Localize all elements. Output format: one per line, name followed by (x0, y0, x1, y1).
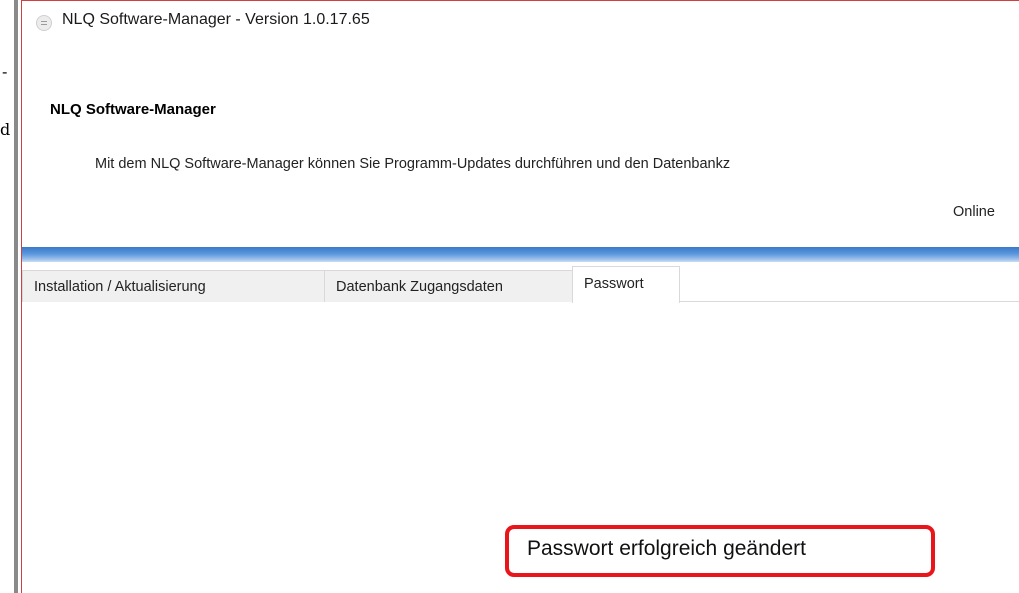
title-bar[interactable]: NLQ Software-Manager - Version 1.0.17.65 (22, 1, 1019, 45)
screenshot-page: - d NLQ Software-Manager - Version 1.0.1… (0, 0, 1019, 593)
tab-password[interactable]: Passwort (572, 266, 680, 303)
password-tab-panel: Passwort erfolgreich geändert (22, 302, 1019, 593)
connection-status: Online (953, 204, 995, 220)
background-text-fragment-1: - (2, 62, 8, 81)
tab-database-credentials[interactable]: Datenbank Zugangsdaten (324, 270, 573, 302)
app-icon (36, 15, 52, 31)
header-description: Mit dem NLQ Software-Manager können Sie … (95, 156, 731, 172)
tab-strip: Installation / Aktualisierung Datenbank … (22, 265, 1019, 303)
background-window-fragment: - d (0, 0, 23, 593)
success-message: Passwort erfolgreich geändert (527, 537, 806, 560)
header-title: NLQ Software-Manager (50, 101, 216, 118)
background-text-fragment-2: d (0, 120, 11, 139)
window-title: NLQ Software-Manager - Version 1.0.17.65 (62, 11, 370, 28)
background-scrollbar (14, 0, 18, 593)
success-message-box: Passwort erfolgreich geändert (505, 525, 935, 577)
progress-bar (22, 247, 1019, 262)
tab-installation[interactable]: Installation / Aktualisierung (22, 270, 325, 302)
software-manager-window: NLQ Software-Manager - Version 1.0.17.65… (22, 0, 1019, 593)
